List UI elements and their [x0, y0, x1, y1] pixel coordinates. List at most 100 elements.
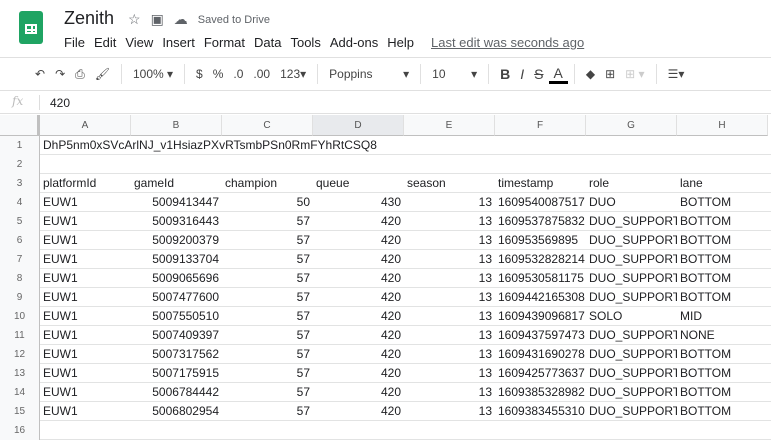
cell[interactable]: EUW1 [40, 288, 131, 307]
cell[interactable]: 1609383455310 [495, 402, 586, 421]
cell[interactable]: DhP5nm0xSVcArlNJ_v1HsiazPXvRTsmbPSn0RmFY… [40, 136, 640, 155]
cell[interactable]: DUO [586, 193, 677, 212]
fill-color-icon[interactable]: ◆ [581, 67, 600, 81]
cell[interactable]: 430 [313, 193, 404, 212]
print-icon[interactable]: ⎙ [70, 67, 90, 82]
cell[interactable]: BOTTOM [677, 364, 768, 383]
cell[interactable]: 57 [222, 383, 313, 402]
cell[interactable]: platformId [40, 174, 131, 193]
row-header[interactable]: 4 [0, 193, 40, 212]
cell[interactable]: 13 [404, 402, 495, 421]
cell[interactable]: 420 [313, 250, 404, 269]
row-header[interactable]: 15 [0, 402, 40, 421]
cell[interactable]: 5006802954 [131, 402, 222, 421]
row-header[interactable]: 9 [0, 288, 40, 307]
cell[interactable]: 5007175915 [131, 364, 222, 383]
column-header-d[interactable]: D [313, 115, 404, 136]
column-header-b[interactable]: B [131, 115, 222, 136]
redo-icon[interactable]: ↷ [50, 67, 70, 81]
undo-icon[interactable]: ↶ [30, 67, 50, 81]
cell[interactable]: 5009413447 [131, 193, 222, 212]
cell[interactable]: BOTTOM [677, 212, 768, 231]
row-header[interactable]: 6 [0, 231, 40, 250]
row-header[interactable]: 14 [0, 383, 40, 402]
cell[interactable]: 5007550510 [131, 307, 222, 326]
cell[interactable]: 5009200379 [131, 231, 222, 250]
borders-icon[interactable]: ⊞ [600, 67, 620, 81]
zoom-select[interactable]: 100% ▾ [128, 67, 178, 81]
cell[interactable]: queue [313, 174, 404, 193]
cell[interactable]: DUO_SUPPORT [586, 250, 677, 269]
menu-data[interactable]: Data [254, 35, 286, 50]
cell[interactable]: EUW1 [40, 364, 131, 383]
cell[interactable]: 420 [313, 383, 404, 402]
menu-file[interactable]: File [64, 35, 90, 50]
cell[interactable]: 13 [404, 212, 495, 231]
cell[interactable]: 5007317562 [131, 345, 222, 364]
cell[interactable]: DUO_SUPPORT [586, 402, 677, 421]
row-header[interactable]: 16 [0, 421, 40, 440]
row-header[interactable]: 7 [0, 250, 40, 269]
cell[interactable]: 13 [404, 250, 495, 269]
cell[interactable]: 57 [222, 250, 313, 269]
merge-cells-icon[interactable]: ⊞ ▾ [620, 67, 649, 81]
cell[interactable]: gameId [131, 174, 222, 193]
cell[interactable]: 1609439096817 [495, 307, 586, 326]
bold-button[interactable]: B [495, 66, 515, 82]
cell[interactable]: EUW1 [40, 307, 131, 326]
cell[interactable]: 1609532828214 [495, 250, 586, 269]
cell[interactable]: BOTTOM [677, 345, 768, 364]
cell[interactable]: EUW1 [40, 250, 131, 269]
cell[interactable]: NONE [677, 326, 768, 345]
cell[interactable]: BOTTOM [677, 231, 768, 250]
cell[interactable]: 1609442165308 [495, 288, 586, 307]
cell[interactable]: 420 [313, 402, 404, 421]
cell[interactable]: lane [677, 174, 768, 193]
column-header-a[interactable]: A [40, 115, 131, 136]
cell[interactable]: 57 [222, 326, 313, 345]
cell[interactable]: 5009316443 [131, 212, 222, 231]
cell[interactable]: 57 [222, 269, 313, 288]
cell[interactable]: MID [677, 307, 768, 326]
percent-button[interactable]: % [208, 67, 229, 81]
cell[interactable]: BOTTOM [677, 383, 768, 402]
column-header-c[interactable]: C [222, 115, 313, 136]
row-header[interactable]: 1 [0, 136, 40, 155]
cell[interactable]: EUW1 [40, 212, 131, 231]
cell[interactable]: 1609540087517 [495, 193, 586, 212]
cell[interactable]: 13 [404, 231, 495, 250]
cell[interactable]: 420 [313, 212, 404, 231]
cell[interactable]: 5007477600 [131, 288, 222, 307]
cell[interactable]: 13 [404, 326, 495, 345]
cell[interactable]: 13 [404, 345, 495, 364]
cell[interactable]: EUW1 [40, 269, 131, 288]
decrease-decimal-button[interactable]: .0 [228, 67, 248, 81]
last-edit-link[interactable]: Last edit was seconds ago [431, 35, 589, 50]
cell[interactable]: 57 [222, 345, 313, 364]
row-header[interactable]: 11 [0, 326, 40, 345]
menu-tools[interactable]: Tools [290, 35, 325, 50]
cell[interactable]: EUW1 [40, 326, 131, 345]
cell[interactable]: EUW1 [40, 345, 131, 364]
cell[interactable]: BOTTOM [677, 402, 768, 421]
cell[interactable]: 5009133704 [131, 250, 222, 269]
cell[interactable]: champion [222, 174, 313, 193]
cell[interactable]: 50 [222, 193, 313, 212]
cell[interactable]: 420 [313, 231, 404, 250]
cell[interactable]: 1609431690278 [495, 345, 586, 364]
cell[interactable]: 1609537875832 [495, 212, 586, 231]
cell[interactable]: EUW1 [40, 193, 131, 212]
select-all-corner[interactable] [0, 115, 40, 136]
cell[interactable]: 1609385328982 [495, 383, 586, 402]
cell[interactable]: 5007409397 [131, 326, 222, 345]
cell[interactable]: DUO_SUPPORT [586, 269, 677, 288]
menu-edit[interactable]: Edit [94, 35, 121, 50]
cell[interactable]: 57 [222, 307, 313, 326]
sheets-logo[interactable] [19, 11, 43, 44]
row-header[interactable]: 13 [0, 364, 40, 383]
move-folder-icon[interactable]: ▣ [151, 11, 164, 28]
cell[interactable]: BOTTOM [677, 193, 768, 212]
font-size-select[interactable]: 10 ▾ [427, 67, 482, 81]
font-select[interactable]: Poppins ▾ [324, 67, 414, 81]
italic-button[interactable]: I [515, 66, 529, 82]
